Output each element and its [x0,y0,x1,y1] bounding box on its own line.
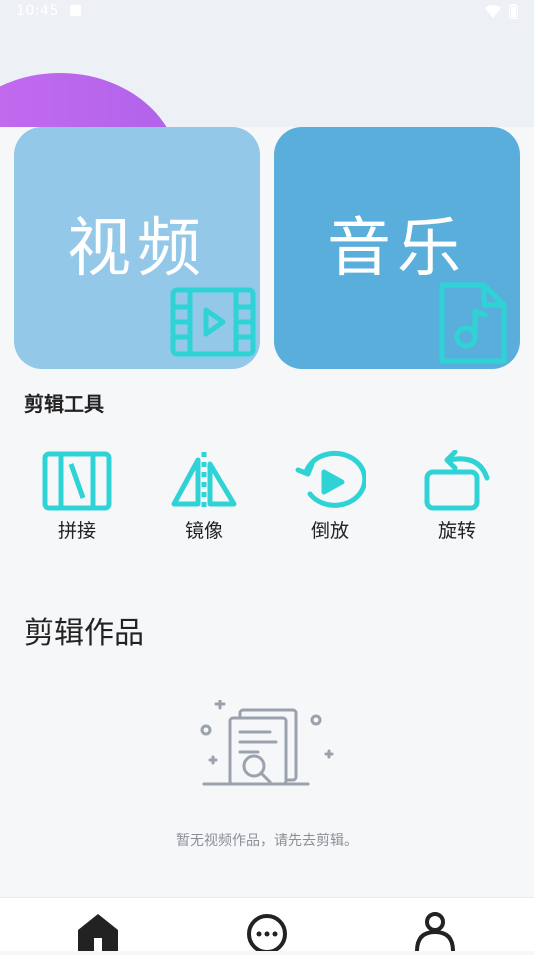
tool-splice-label: 拼接 [57,520,96,542]
nav-profile[interactable] [413,912,457,952]
notification-icon [70,5,81,16]
tools-section-title: 剪辑工具 [24,392,104,416]
battery-icon [509,4,518,19]
splice-icon [42,451,112,511]
video-card[interactable]: 视频 [14,127,260,369]
tool-mirror-label: 镜像 [184,520,223,542]
wifi-icon [485,4,501,18]
decorative-blob [0,73,180,127]
status-bar: 10:45 [0,0,534,24]
mirror-icon [171,452,237,510]
empty-state-text: 暂无视频作品，请先去剪辑。 [176,833,358,849]
tool-mirror[interactable]: 镜像 [154,450,254,550]
rotate-icon [424,450,490,511]
status-time: 10:45 [16,3,59,19]
profile-icon [415,912,455,952]
music-file-icon [439,282,507,364]
tool-rotate-label: 旋转 [437,520,476,542]
reverse-play-icon [295,450,366,508]
tool-splice[interactable]: 拼接 [27,450,127,550]
home-icon [78,914,118,951]
film-play-icon [170,287,256,357]
bottom-nav [0,897,534,954]
music-card[interactable]: 音乐 [274,127,520,369]
tool-reverse-label: 倒放 [310,520,349,542]
nav-messages[interactable] [245,912,289,954]
empty-state-illustration [200,700,334,786]
tools-row: 拼接 镜像 倒放 旋转 [0,450,534,550]
works-section-title: 剪辑作品 [24,616,144,651]
tool-rotate[interactable]: 旋转 [407,450,507,550]
video-card-title: 视频 [67,212,207,286]
music-card-title: 音乐 [327,212,467,286]
nav-home[interactable] [76,912,120,951]
chat-icon [247,914,287,954]
status-icons [485,4,518,19]
tool-reverse[interactable]: 倒放 [280,450,380,550]
